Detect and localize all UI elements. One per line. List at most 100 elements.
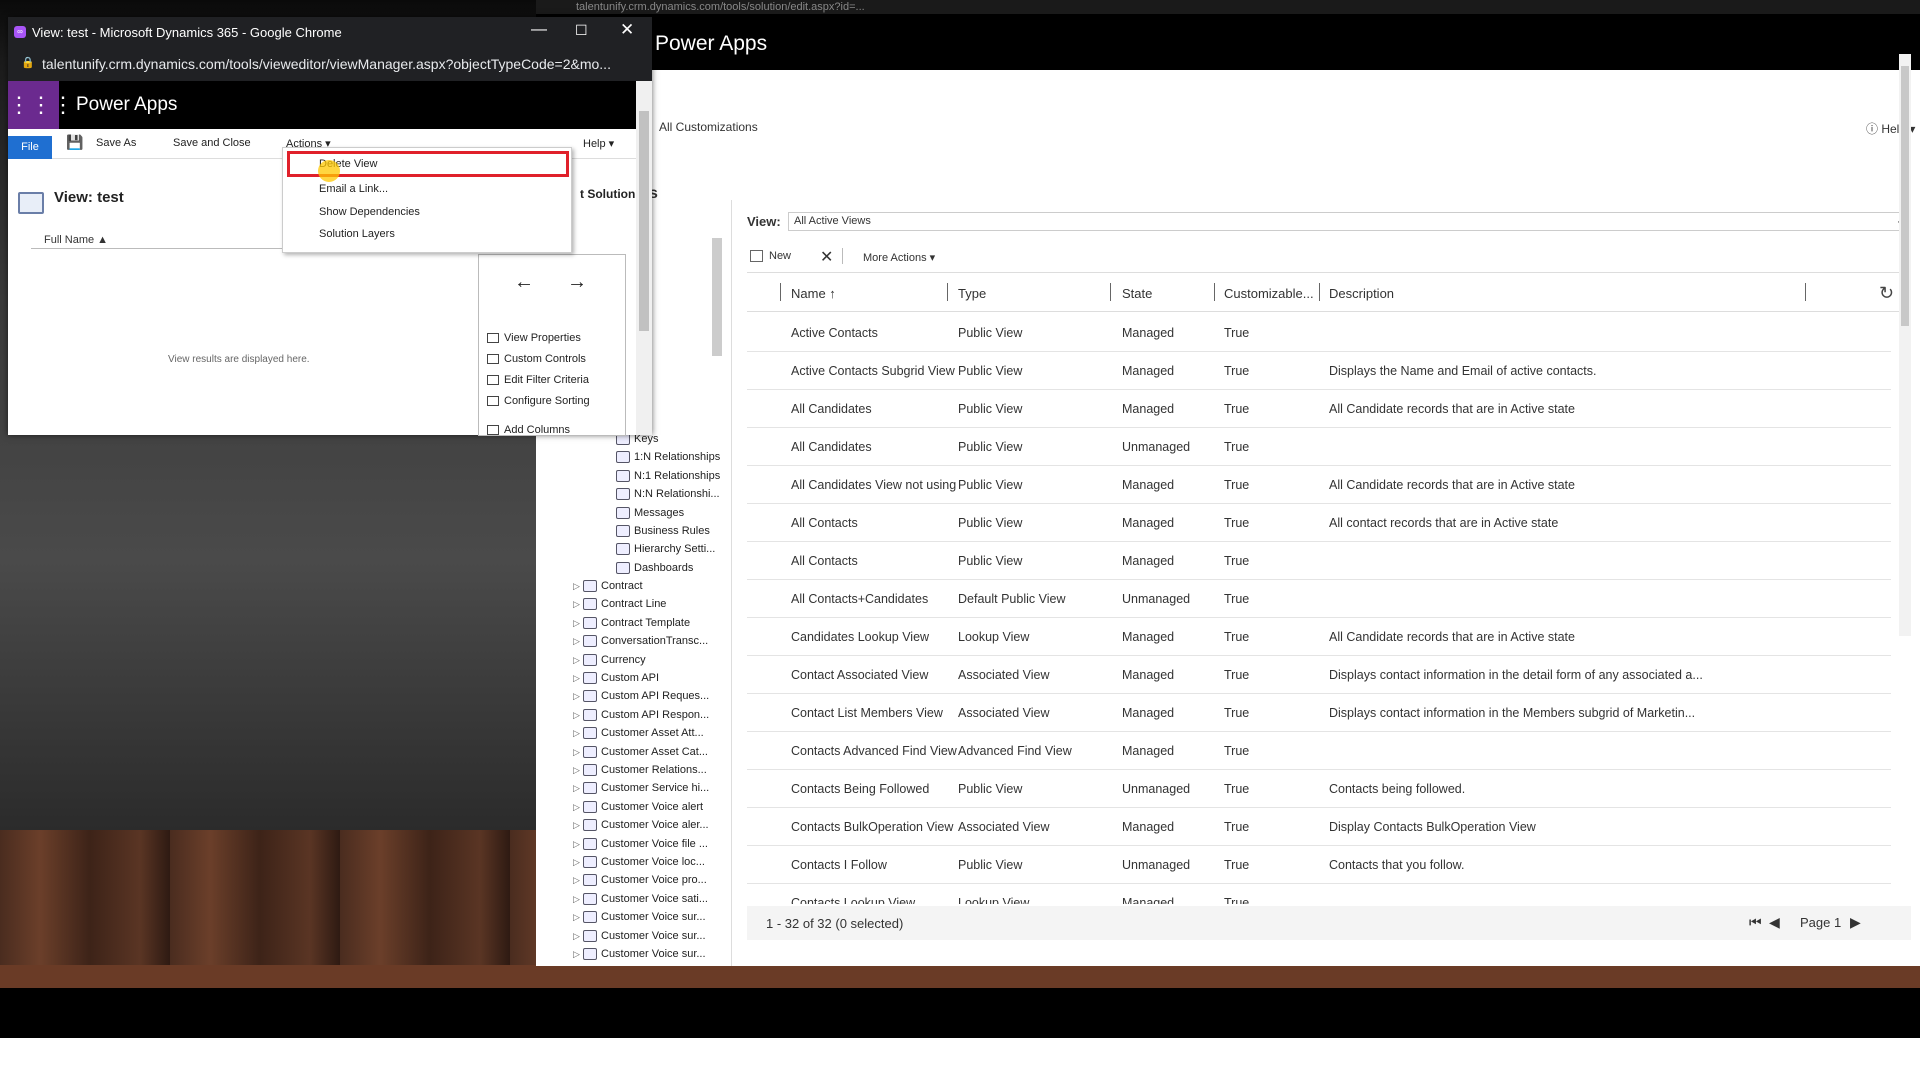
tree-item[interactable]: Dashboards — [606, 559, 693, 577]
table-row[interactable]: All Candidates View not using Public View… — [747, 466, 1891, 504]
expand-icon[interactable]: ▷ — [573, 724, 583, 742]
tree-item[interactable]: ▷ Customer Voice sur... — [573, 927, 706, 945]
file-tab[interactable]: File — [8, 136, 52, 159]
expand-icon[interactable]: ▷ — [573, 687, 583, 705]
expand-icon[interactable]: ▷ — [573, 595, 583, 613]
tree-item[interactable]: ▷ Customer Voice sati... — [573, 890, 708, 908]
waffle-menu-icon[interactable]: ⋮⋮⋮ — [8, 81, 74, 129]
table-row[interactable]: Contacts BulkOperation View Associated Vi… — [747, 808, 1891, 846]
new-button[interactable]: New — [750, 250, 791, 263]
tree-item[interactable]: ▷ Contract Template — [573, 614, 690, 632]
tree-item[interactable]: N:N Relationshi... — [606, 485, 720, 503]
tree-item[interactable]: ▷ Customer Voice file ... — [573, 835, 708, 853]
tree-item[interactable]: ▷ Customer Voice sur... — [573, 908, 706, 926]
expand-icon[interactable]: ▷ — [573, 779, 583, 797]
tree-item[interactable]: Hierarchy Setti... — [606, 540, 715, 558]
expand-icon[interactable]: ▷ — [573, 835, 583, 853]
next-page-icon[interactable]: ▶ — [1850, 914, 1861, 931]
expand-icon[interactable]: ▷ — [573, 816, 583, 834]
previous-page-icon[interactable]: ◀ — [1769, 914, 1780, 931]
configure-sorting-link[interactable]: Configure Sorting — [487, 395, 590, 407]
tree-item[interactable]: ▷ Customer Asset Att... — [573, 724, 704, 742]
save-as-button[interactable]: Save As — [96, 137, 136, 149]
table-row[interactable]: Contacts I Follow Public View Unmanaged Tru… — [747, 846, 1891, 884]
solution-layers-menu-item[interactable]: Solution Layers — [319, 228, 395, 240]
expand-icon[interactable]: ▷ — [573, 853, 583, 871]
table-row[interactable]: All Contacts Public View Managed True All co… — [747, 504, 1891, 542]
tree-item[interactable]: Business Rules — [606, 522, 710, 540]
window-titlebar[interactable]: ∞ View: test - Microsoft Dynamics 365 - … — [8, 17, 652, 47]
close-icon[interactable]: ✕ — [620, 20, 634, 40]
tree-item[interactable]: Messages — [606, 504, 684, 522]
tree-item[interactable]: ▷ Customer Relations... — [573, 761, 707, 779]
expand-icon[interactable]: ▷ — [573, 945, 583, 963]
expand-icon[interactable]: ▷ — [573, 651, 583, 669]
breadcrumb[interactable]: All Customizations — [659, 120, 758, 134]
popup-scrollbar[interactable] — [636, 81, 652, 435]
expand-icon[interactable]: ▷ — [573, 669, 583, 687]
tree-item[interactable]: ▷ Custom API — [573, 669, 659, 687]
table-row[interactable]: All Candidates Public View Unmanaged True — [747, 428, 1891, 466]
save-icon[interactable]: 💾 — [66, 134, 83, 151]
expand-icon[interactable]: ▷ — [573, 798, 583, 816]
email-link-menu-item[interactable]: Email a Link... — [319, 183, 388, 195]
more-actions-button[interactable]: More Actions ▾ — [863, 251, 935, 264]
show-dependencies-menu-item[interactable]: Show Dependencies — [319, 206, 420, 218]
tree-item[interactable]: ▷ ConversationTransc... — [573, 632, 708, 650]
tree-item[interactable]: ▷ Contract — [573, 577, 643, 595]
tree-item[interactable]: ▷ Customer Voice alert — [573, 798, 703, 816]
tree-item[interactable]: ▷ Customer Voice pro... — [573, 871, 707, 889]
address-bar[interactable]: 🔒 talentunify.crm.dynamics.com/tools/vie… — [8, 47, 652, 81]
first-page-icon[interactable]: ⏮ — [1749, 914, 1762, 931]
popup-scrollbar-thumb[interactable] — [639, 111, 649, 331]
help-menu-button[interactable]: Help ▾ — [583, 137, 614, 150]
grid-scrollbar[interactable] — [1899, 54, 1911, 636]
maximize-icon[interactable]: ☐ — [575, 22, 588, 39]
table-row[interactable]: All Contacts+Candidates Default Public Vi… — [747, 580, 1891, 618]
expand-icon[interactable]: ▷ — [573, 614, 583, 632]
table-row[interactable]: Active Contacts Public View Managed True — [747, 314, 1891, 352]
table-row[interactable]: Candidates Lookup View Lookup View Managed… — [747, 618, 1891, 656]
table-row[interactable]: All Candidates Public View Managed True All … — [747, 390, 1891, 428]
expand-icon[interactable]: ▷ — [573, 632, 583, 650]
grid-scrollbar-thumb[interactable] — [1901, 66, 1909, 326]
expand-icon[interactable]: ▷ — [573, 871, 583, 889]
delete-icon[interactable]: ✕ — [820, 247, 833, 267]
expand-icon[interactable]: ▷ — [573, 761, 583, 779]
expand-icon[interactable]: ▷ — [573, 743, 583, 761]
tree-item[interactable]: ▷ Custom API Respon... — [573, 706, 709, 724]
tree-item[interactable]: ▷ Customer Voice sur... — [573, 945, 706, 963]
expand-icon[interactable]: ▷ — [573, 908, 583, 926]
tree-item[interactable]: ▷ Customer Service hi... — [573, 779, 709, 797]
save-and-close-button[interactable]: Save and Close — [173, 137, 251, 149]
view-properties-link[interactable]: View Properties — [487, 332, 581, 344]
add-columns-link[interactable]: Add Columns — [487, 424, 570, 436]
tree-item[interactable]: ▷ Custom API Reques... — [573, 687, 709, 705]
tree-item[interactable]: ▷ Currency — [573, 651, 646, 669]
table-row[interactable]: Contact Associated View Associated View Ma… — [747, 656, 1891, 694]
tree-item[interactable]: ▷ Contract Line — [573, 595, 666, 613]
tree-scrollbar[interactable] — [712, 238, 722, 356]
tree-item[interactable]: 1:N Relationships — [606, 448, 720, 466]
tree-item[interactable]: ▷ Customer Voice aler... — [573, 816, 709, 834]
table-row[interactable]: Active Contacts Subgrid View Public View M… — [747, 352, 1891, 390]
expand-icon[interactable]: ▷ — [573, 890, 583, 908]
minimize-icon[interactable]: — — [531, 21, 547, 39]
expand-icon[interactable]: ▷ — [573, 577, 583, 595]
arrow-left-icon[interactable]: ← — [514, 271, 534, 294]
table-row[interactable]: Contacts Advanced Find View Advanced Find… — [747, 732, 1891, 770]
arrow-right-icon[interactable]: → — [567, 271, 587, 294]
expand-icon[interactable]: ▷ — [573, 706, 583, 724]
custom-controls-link[interactable]: Custom Controls — [487, 353, 586, 365]
table-row[interactable]: Contacts Being Followed Public View Unmana… — [747, 770, 1891, 808]
tree-item[interactable]: ▷ Customer Asset Cat... — [573, 743, 708, 761]
table-row[interactable]: All Contacts Public View Managed True — [747, 542, 1891, 580]
edit-filter-criteria-link[interactable]: Edit Filter Criteria — [487, 374, 589, 386]
expand-icon[interactable]: ▷ — [573, 927, 583, 945]
tree-item[interactable]: N:1 Relationships — [606, 467, 720, 485]
table-row[interactable]: Contacts Lookup View Lookup View Managed Tr… — [747, 884, 1891, 904]
tree-item[interactable]: ▷ Customer Voice loc... — [573, 853, 705, 871]
view-select[interactable]: All Active Views⌄ — [788, 212, 1910, 231]
table-row[interactable]: Contact List Members View Associated View… — [747, 694, 1891, 732]
bg-url-bar[interactable]: talentunify.crm.dynamics.com/tools/solut… — [536, 0, 1920, 14]
